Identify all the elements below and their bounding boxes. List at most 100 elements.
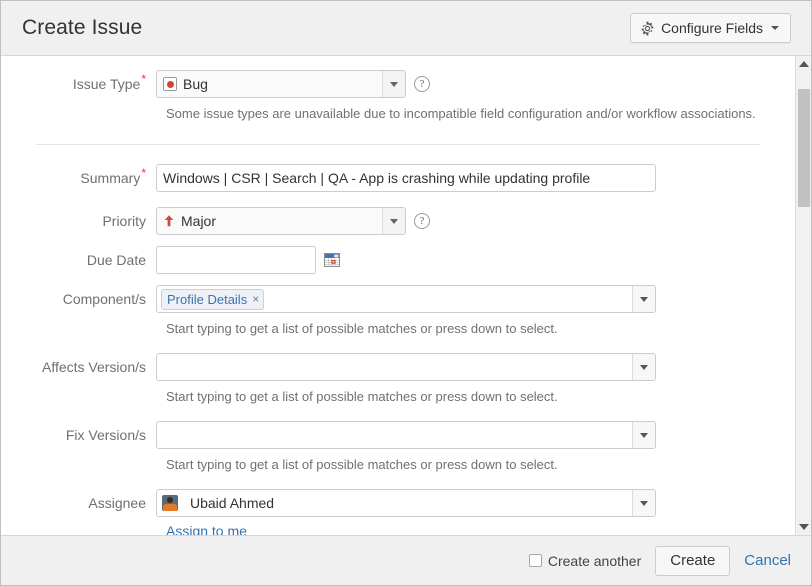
issue-type-description: Some issue types are unavailable due to … [166,106,756,121]
fix-versions-dropdown-arrow[interactable] [632,422,655,448]
create-button[interactable]: Create [655,545,731,576]
affects-versions-label-text: Affects Version/s [41,359,146,375]
avatar-body [163,504,177,511]
issue-type-label: Issue Type* [1,70,156,98]
fix-versions-description: Start typing to get a list of possible m… [166,457,558,472]
field-due-date: Due Date [1,235,795,274]
help-icon[interactable]: ? [414,76,430,92]
scroll-up-arrow-icon[interactable] [796,56,811,72]
assignee-value-area[interactable]: Ubaid Ahmed [157,490,632,516]
fix-versions-multiselect[interactable] [156,421,656,449]
calendar-icon[interactable] [324,252,340,268]
priority-select[interactable]: Major [156,207,406,235]
triangle-up-icon [798,61,809,67]
fix-versions-label-text: Fix Version/s [65,427,146,443]
scroll-down-arrow-wrap [796,519,811,535]
issue-type-selected-value-wrap: Bug [157,71,382,97]
configure-fields-label: Configure Fields [661,20,763,36]
field-affects-versions: Affects Version/s [1,337,795,381]
help-icon[interactable]: ? [414,213,430,229]
scroll-down-arrow-icon[interactable] [796,519,811,535]
summary-label: Summary* [1,164,156,192]
components-control: Profile Details × [156,285,656,313]
create-another-label: Create another [547,552,642,569]
dialog-footer: Create another Create Cancel [1,535,811,585]
scrollbar-thumb[interactable] [798,89,810,207]
priority-control: Major ? [156,207,430,235]
issue-type-select[interactable]: Bug [156,70,406,98]
chevron-down-icon [390,81,398,87]
components-description: Start typing to get a list of possible m… [166,321,558,336]
components-chip-area[interactable]: Profile Details × [157,286,632,312]
priority-selected-value-wrap: Major [157,208,382,234]
components-multiselect[interactable]: Profile Details × [156,285,656,313]
chevron-down-icon [640,500,648,506]
chevron-down-icon [640,432,648,438]
assignee-select[interactable]: Ubaid Ahmed [156,489,656,517]
close-icon[interactable]: × [252,293,259,305]
required-asterisk: * [141,72,146,87]
affects-versions-dropdown-arrow[interactable] [632,354,655,380]
bug-icon [163,77,177,91]
summary-control [156,164,656,192]
required-asterisk: * [141,166,146,181]
chevron-down-icon [640,296,648,302]
chevron-down-icon [640,364,648,370]
assignee-value: Ubaid Ahmed [190,495,275,511]
field-fix-versions: Fix Version/s [1,405,795,449]
priority-value: Major [181,213,217,229]
components-dropdown-arrow[interactable] [632,286,655,312]
triangle-down-icon [798,524,809,530]
issue-type-dropdown-arrow[interactable] [382,71,405,97]
field-assignee: Assignee Ubaid Ahmed [1,473,795,517]
create-another-checkbox[interactable] [528,554,542,567]
assignee-dropdown-arrow[interactable] [632,490,655,516]
component-chip-label: Profile Details [167,291,248,307]
summary-input[interactable] [156,164,656,192]
field-components: Component/s Profile Details × [1,274,795,313]
issue-type-control: Bug ? [156,70,430,98]
due-date-label-text: Due Date [86,252,146,268]
form-scrollbar[interactable] [795,56,811,535]
due-date-input[interactable] [156,246,316,274]
affects-versions-control [156,353,656,381]
create-issue-form: Issue Type* Bug ? Some issue types are u… [1,56,795,535]
assignee-label-text: Assignee [88,495,146,511]
create-issue-dialog: Create Issue Configure Fields Issue Type… [0,0,812,586]
avatar-head [167,497,173,503]
field-summary: Summary* [1,145,795,192]
cancel-button[interactable]: Cancel [744,552,791,569]
affects-versions-multiselect[interactable] [156,353,656,381]
component-chip[interactable]: Profile Details × [161,288,265,310]
page-title: Create Issue [22,16,143,39]
chevron-down-icon [390,218,398,224]
configure-fields-button[interactable]: Configure Fields [630,13,791,43]
avatar [162,495,178,511]
field-issue-type: Issue Type* Bug ? [1,56,795,98]
summary-label-text: Summary [80,170,141,186]
fix-versions-control [156,421,656,449]
create-another-checkbox-wrap[interactable]: Create another [528,552,642,569]
affects-versions-input-area[interactable] [157,354,632,380]
affects-versions-description: Start typing to get a list of possible m… [166,389,558,404]
priority-major-up-arrow-icon [163,214,175,228]
assignee-label: Assignee [1,489,156,517]
priority-label: Priority [1,207,156,235]
gear-icon [640,21,655,36]
assign-to-me-link[interactable]: Assign to me [166,523,247,535]
dialog-body: Issue Type* Bug ? Some issue types are u… [1,56,811,535]
priority-label-text: Priority [102,213,146,229]
priority-dropdown-arrow[interactable] [382,208,405,234]
issue-type-value: Bug [183,76,208,92]
chevron-down-icon [771,26,779,30]
issue-type-label-text: Issue Type [72,76,141,92]
field-priority: Priority Major ? [1,192,795,235]
components-label: Component/s [1,285,156,313]
form-scroll-area: Issue Type* Bug ? Some issue types are u… [1,56,795,535]
due-date-control [156,246,340,274]
affects-versions-label: Affects Version/s [1,353,156,381]
fix-versions-input-area[interactable] [157,422,632,448]
components-label-text: Component/s [62,291,146,307]
assign-to-me-row: Assign to me [1,517,795,535]
fix-versions-label: Fix Version/s [1,421,156,449]
